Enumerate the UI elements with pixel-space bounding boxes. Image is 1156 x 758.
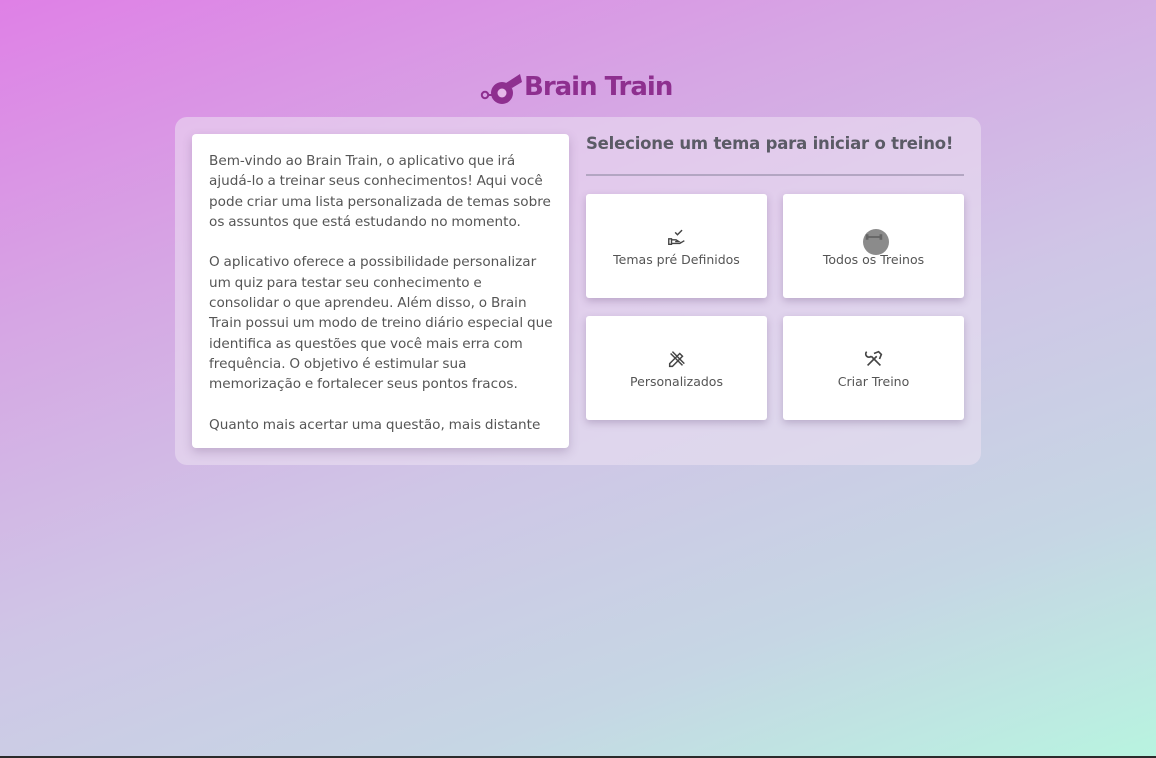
logo-text: Brain Train bbox=[524, 72, 673, 102]
intro-text: Bem-vindo ao Brain Train, o aplicativo q… bbox=[209, 153, 553, 433]
tile-label: Temas pré Definidos bbox=[613, 251, 740, 267]
whistle-icon bbox=[480, 74, 522, 104]
tile-temas-pre-definidos[interactable]: Temas pré Definidos bbox=[586, 194, 767, 298]
tile-criar-treino[interactable]: Criar Treino bbox=[783, 316, 964, 420]
intro-card[interactable]: Bem-vindo ao Brain Train, o aplicativo q… bbox=[192, 134, 569, 448]
tile-label: Personalizados bbox=[630, 373, 723, 389]
hammer-wrench-icon bbox=[864, 350, 882, 366]
hand-check-icon bbox=[667, 229, 685, 245]
pencil-ruler-icon bbox=[668, 350, 685, 367]
brain-train-logo: Brain Train bbox=[476, 66, 673, 108]
mouse-cursor-indicator bbox=[863, 229, 889, 255]
heading-divider bbox=[586, 174, 964, 176]
tile-personalizados[interactable]: Personalizados bbox=[586, 316, 767, 420]
tile-label: Criar Treino bbox=[837, 373, 910, 389]
section-heading: Selecione um tema para iniciar o treino! bbox=[586, 134, 954, 153]
